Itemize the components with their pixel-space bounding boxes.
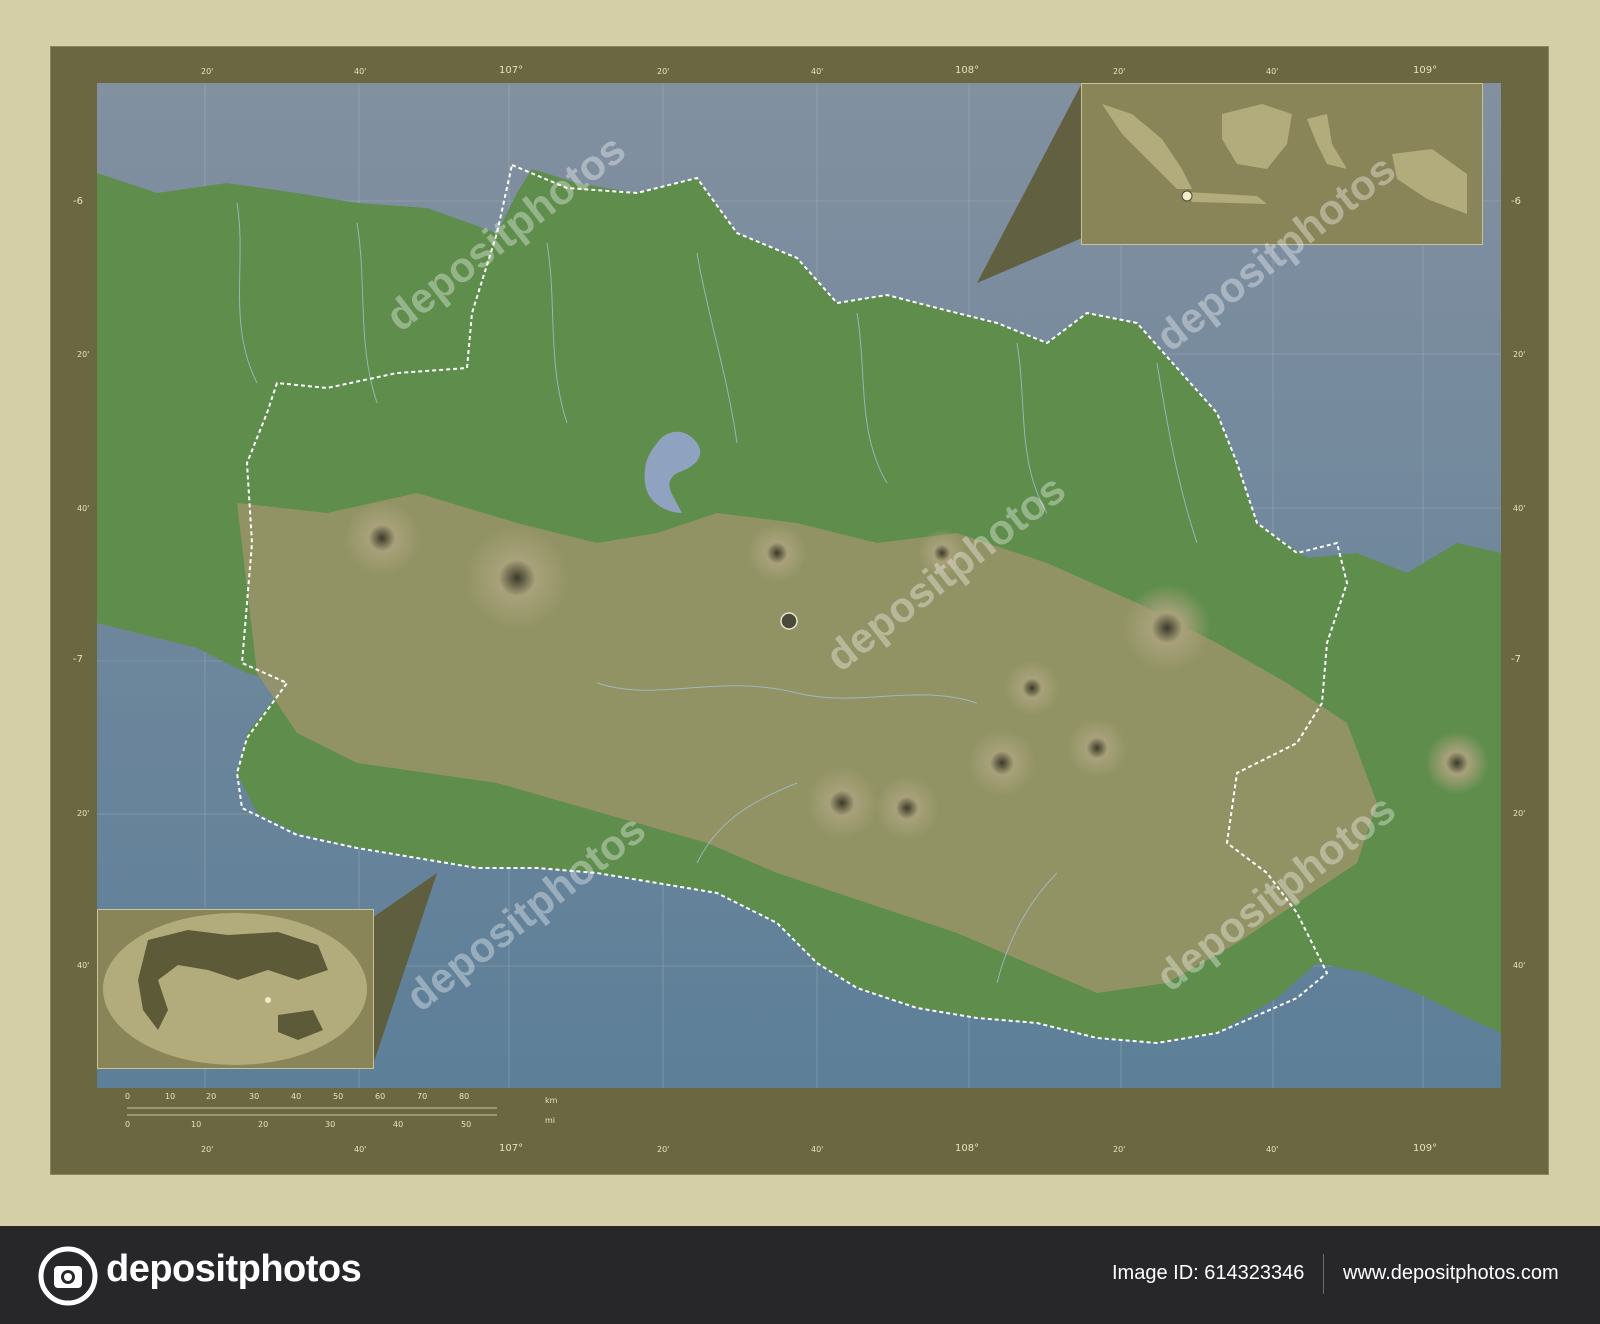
volcano bbox=[968, 729, 1036, 797]
lon-tick-top: 20' bbox=[1113, 67, 1126, 76]
lat-tick-left: 40' bbox=[77, 961, 90, 970]
lon-tick-bottom: 40' bbox=[1266, 1145, 1279, 1154]
scale-km-tick: 40 bbox=[291, 1092, 302, 1101]
scale-mi-tick: 10 bbox=[191, 1120, 202, 1129]
volcano bbox=[465, 526, 569, 630]
lat-tick-left: 20' bbox=[77, 809, 90, 818]
scale-km-tick: 0 bbox=[125, 1092, 131, 1101]
volcano bbox=[1067, 718, 1127, 778]
lat-tick-right: 20' bbox=[1513, 809, 1526, 818]
depositphotos-logo-icon bbox=[38, 1246, 98, 1306]
lon-tick-top: 109° bbox=[1413, 65, 1438, 76]
lon-tick-top: 40' bbox=[811, 67, 824, 76]
scale-km-tick: 80 bbox=[459, 1092, 470, 1101]
lon-tick-bottom: 20' bbox=[1113, 1145, 1126, 1154]
map-canvas[interactable]: depositphotos depositphotos depositphoto… bbox=[97, 83, 1501, 1135]
footer-divider bbox=[1323, 1254, 1324, 1294]
volcano bbox=[1004, 660, 1060, 716]
scale-km-tick: 60 bbox=[375, 1092, 386, 1101]
scale-km-unit: km bbox=[545, 1096, 558, 1105]
map-frame: 20' 40' 107° 20' 40' 108° 20' 40' 109° 2… bbox=[50, 46, 1549, 1175]
inset-java bbox=[1187, 192, 1267, 204]
lat-tick-left: 40' bbox=[77, 504, 90, 513]
scale-km-tick: 20 bbox=[206, 1092, 217, 1101]
footer-image-id: Image ID: 614323346 bbox=[1112, 1262, 1305, 1284]
volcano bbox=[875, 776, 939, 840]
lon-tick-bottom: 40' bbox=[811, 1145, 824, 1154]
world-inset-map bbox=[103, 913, 367, 1065]
lon-tick-bottom: 40' bbox=[354, 1145, 367, 1154]
scale-mi-tick: 0 bbox=[125, 1120, 131, 1129]
inset-sulawesi bbox=[1307, 114, 1347, 169]
scale-km-tick: 70 bbox=[417, 1092, 428, 1101]
scale-mi-tick: 20 bbox=[258, 1120, 269, 1129]
inset-location-marker bbox=[1181, 190, 1193, 202]
scale-mi-tick: 50 bbox=[461, 1120, 472, 1129]
scale-mi-unit: mi bbox=[545, 1116, 556, 1125]
lon-tick-top: 40' bbox=[1266, 67, 1279, 76]
lon-tick-bottom: 107° bbox=[499, 1143, 524, 1154]
inset-sumatra bbox=[1102, 104, 1192, 189]
capital-marker bbox=[780, 612, 798, 630]
inset-borneo bbox=[1222, 104, 1292, 169]
footer-site-link[interactable]: www.depositphotos.com bbox=[1343, 1262, 1559, 1285]
lat-tick-right: 40' bbox=[1513, 961, 1526, 970]
scale-km-tick: 10 bbox=[165, 1092, 176, 1101]
scale-km-tick: 50 bbox=[333, 1092, 344, 1101]
footer-bar: depositphotos Image ID: 614323346 www.de… bbox=[0, 1226, 1600, 1324]
lat-tick-right: -7 bbox=[1511, 654, 1521, 665]
volcano bbox=[1123, 584, 1211, 672]
lon-tick-bottom: 20' bbox=[201, 1145, 214, 1154]
lat-tick-left: -6 bbox=[73, 196, 83, 207]
lat-tick-right: 20' bbox=[1513, 350, 1526, 359]
volcano bbox=[344, 500, 420, 576]
lat-tick-left: 20' bbox=[77, 350, 90, 359]
lon-tick-bottom: 108° bbox=[955, 1143, 980, 1154]
lon-tick-top: 108° bbox=[955, 65, 980, 76]
lat-tick-right: 40' bbox=[1513, 504, 1526, 513]
world-inset bbox=[97, 909, 374, 1069]
lat-tick-right: -6 bbox=[1511, 196, 1521, 207]
lon-tick-top: 107° bbox=[499, 65, 524, 76]
lon-tick-top: 20' bbox=[657, 67, 670, 76]
world-location-marker bbox=[265, 997, 271, 1003]
lon-tick-bottom: 20' bbox=[657, 1145, 670, 1154]
lon-tick-bottom: 109° bbox=[1413, 1143, 1438, 1154]
volcano bbox=[806, 767, 878, 839]
lon-tick-top: 20' bbox=[201, 67, 214, 76]
scale-mi-tick: 30 bbox=[325, 1120, 336, 1129]
lon-tick-top: 40' bbox=[354, 67, 367, 76]
lat-tick-left: -7 bbox=[73, 654, 83, 665]
scale-bar: 0 10 20 30 40 50 60 70 80 km 0 10 20 30 … bbox=[97, 1088, 1501, 1135]
volcano bbox=[1425, 731, 1489, 795]
scale-mi-tick: 40 bbox=[393, 1120, 404, 1129]
footer-logo-text[interactable]: depositphotos bbox=[106, 1248, 362, 1291]
volcano bbox=[747, 523, 807, 583]
scale-km-tick: 30 bbox=[249, 1092, 260, 1101]
